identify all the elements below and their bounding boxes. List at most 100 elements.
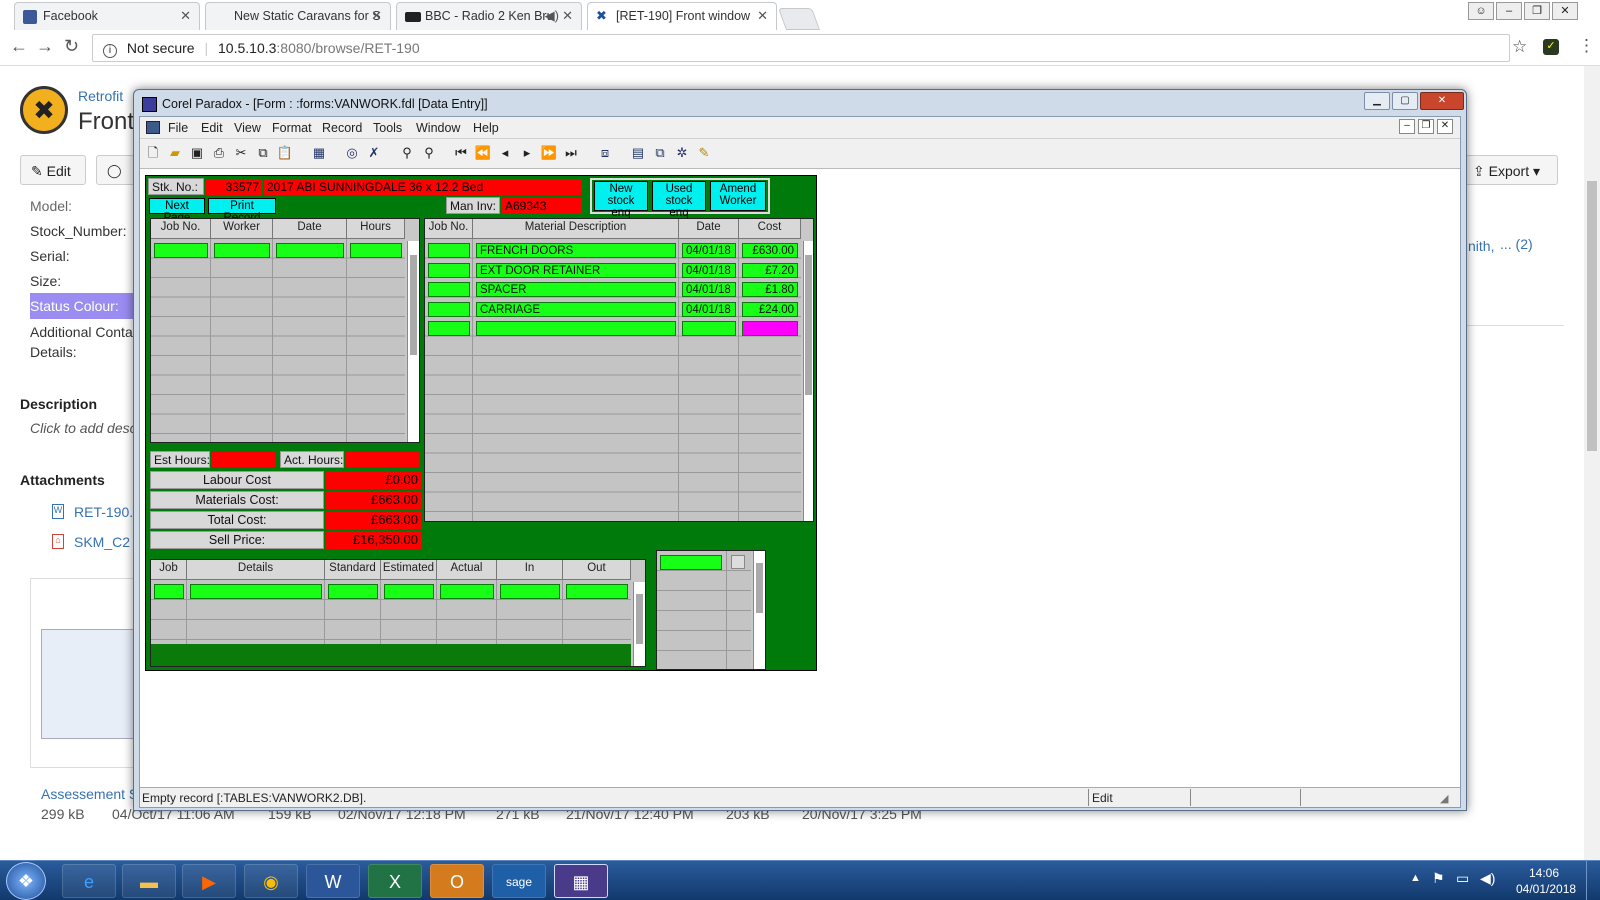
column-header[interactable]: Material Description xyxy=(473,219,679,239)
star-icon[interactable]: ☆ xyxy=(1512,37,1527,57)
column-header[interactable]: Job No. xyxy=(425,219,473,239)
show-hidden-icon[interactable]: ▲ xyxy=(1410,872,1421,884)
volume-icon[interactable]: ◀) xyxy=(1480,870,1495,887)
open-icon[interactable]: ▰ xyxy=(166,144,184,162)
view-data-icon[interactable]: ◎ xyxy=(343,144,361,162)
tab-ret-190[interactable]: ✖ [RET-190] Front window ✕ xyxy=(587,2,777,30)
job-estimated-input[interactable] xyxy=(384,584,434,599)
job-details-input[interactable] xyxy=(190,584,322,599)
minimize-icon[interactable]: ▁ xyxy=(1364,92,1390,110)
paradox-taskbar-icon[interactable]: ▦ xyxy=(554,864,608,898)
save-icon[interactable]: ▣ xyxy=(188,144,206,162)
design-icon[interactable]: ▦ xyxy=(310,144,328,162)
material-date-cell[interactable]: 04/01/18 xyxy=(682,302,736,317)
print-record-button[interactable]: Print Record xyxy=(208,198,276,224)
materials-scrollbar[interactable] xyxy=(803,241,813,521)
labour-date-input[interactable] xyxy=(276,243,344,258)
labour-hours-input[interactable] xyxy=(350,243,402,258)
man-inv-field[interactable]: A69343 xyxy=(502,198,582,214)
job-in-input[interactable] xyxy=(500,584,560,599)
column-header[interactable]: Details xyxy=(187,560,325,580)
material-job-cell[interactable] xyxy=(428,282,470,297)
side-input[interactable] xyxy=(660,555,722,570)
user-icon[interactable]: ☺ xyxy=(1468,2,1494,20)
network-icon[interactable]: ▭ xyxy=(1456,870,1469,887)
next-record-icon[interactable]: ▸ xyxy=(518,144,536,162)
participants-more[interactable]: ... (2) xyxy=(1500,236,1533,252)
paste-icon[interactable]: 📋 xyxy=(276,144,294,162)
explorer-icon[interactable]: ▬ xyxy=(122,864,176,898)
material-date-cell[interactable]: 04/01/18 xyxy=(682,282,736,297)
locate-icon[interactable]: ⚲ xyxy=(398,144,416,162)
attachment-thumbnail[interactable] xyxy=(30,578,135,768)
new-tab-button[interactable] xyxy=(777,8,821,30)
word-icon[interactable]: W xyxy=(306,864,360,898)
mdi-restore-icon[interactable]: ❐ xyxy=(1418,119,1434,134)
material-cost-cell[interactable]: £7.20 xyxy=(742,263,798,278)
tab-bbc[interactable]: BBC - Radio 2 Ken Bru ◀) ✕ xyxy=(396,2,582,30)
close-icon[interactable]: ✕ xyxy=(562,8,573,24)
clock-time[interactable]: 14:06 xyxy=(1529,866,1559,880)
job-actual-input[interactable] xyxy=(440,584,494,599)
material-job-cell[interactable] xyxy=(428,302,470,317)
project-link[interactable]: Retrofit xyxy=(78,88,123,104)
mdi-close-icon[interactable]: ✕ xyxy=(1437,119,1453,134)
sage-icon[interactable]: sage xyxy=(492,864,546,898)
media-player-icon[interactable]: ▶ xyxy=(182,864,236,898)
close-icon[interactable]: ✕ xyxy=(1552,2,1578,20)
resize-grip-icon[interactable]: ◢ xyxy=(1440,792,1448,805)
comment-button[interactable]: ◯ xyxy=(96,155,136,185)
column-header[interactable]: Worker xyxy=(211,219,273,239)
menu-tools[interactable]: Tools xyxy=(373,121,402,135)
job-out-input[interactable] xyxy=(566,584,628,599)
labour-job-input[interactable] xyxy=(154,243,208,258)
menu-window[interactable]: Window xyxy=(416,121,460,135)
mdi-minimize-icon[interactable]: – xyxy=(1399,119,1415,134)
speaker-icon[interactable]: ◀) xyxy=(545,8,559,24)
wand-icon[interactable]: ✎ xyxy=(695,144,713,162)
excel-icon[interactable]: X xyxy=(368,864,422,898)
act-hours-field[interactable] xyxy=(346,452,420,467)
attachment-link[interactable]: SKM_C2 xyxy=(74,534,130,550)
side-checkbox[interactable] xyxy=(731,555,745,569)
outlook-icon[interactable]: O xyxy=(430,864,484,898)
menu-help[interactable]: Help xyxy=(473,121,499,135)
query-icon[interactable]: ⧉ xyxy=(651,144,669,162)
material-cost-cell[interactable]: £630.00 xyxy=(742,243,798,258)
address-bar[interactable]: i Not secure | 10.5.10.3:8080/browse/RET… xyxy=(92,34,1510,62)
material-cost-cell[interactable]: £24.00 xyxy=(742,302,798,317)
jobs-scrollbar[interactable] xyxy=(633,582,645,666)
menu-view[interactable]: View xyxy=(234,121,261,135)
locate-next-icon[interactable]: ⚲ xyxy=(420,144,438,162)
menu-format[interactable]: Format xyxy=(272,121,312,135)
column-header[interactable]: Estimated xyxy=(381,560,437,580)
minimize-icon[interactable]: – xyxy=(1496,2,1522,20)
prev-set-icon[interactable]: ⏪ xyxy=(474,144,492,162)
next-page-button[interactable]: Next Page xyxy=(149,198,205,224)
chrome-icon[interactable]: ◉ xyxy=(244,864,298,898)
column-header[interactable]: Job No. xyxy=(151,219,211,239)
page-scrollbar[interactable] xyxy=(1584,66,1600,860)
next-set-icon[interactable]: ⏩ xyxy=(540,144,558,162)
new-stock-enq-button[interactable]: New stock enq xyxy=(594,181,648,219)
edit-data-icon[interactable]: ✗ xyxy=(365,144,383,162)
stk-no-field[interactable]: 33577 xyxy=(206,179,262,195)
paradox-app-icon[interactable] xyxy=(142,97,157,112)
expert-icon[interactable]: ✲ xyxy=(673,144,691,162)
attachment-link[interactable]: RET-190. xyxy=(74,504,133,520)
extension-icon[interactable]: ✓ xyxy=(1543,39,1559,55)
column-header[interactable]: Date xyxy=(273,219,347,239)
description-placeholder[interactable]: Click to add desc xyxy=(30,420,137,436)
material-cost-cell[interactable]: £1.80 xyxy=(742,282,798,297)
side-scrollbar[interactable] xyxy=(753,551,765,669)
column-header[interactable]: Date xyxy=(679,219,739,239)
material-date-cell[interactable]: 04/01/18 xyxy=(682,243,736,258)
column-header[interactable]: Standard xyxy=(325,560,381,580)
new-icon[interactable]: 🗋 xyxy=(144,144,162,162)
participants-link[interactable]: nith, xyxy=(1468,238,1494,254)
van-description-field[interactable]: 2017 ABI SUNNINGDALE 36 x 12.2 Bed xyxy=(264,179,582,195)
material-date-cell[interactable]: 04/01/18 xyxy=(682,263,736,278)
maximize-icon[interactable]: ▢ xyxy=(1392,92,1418,110)
start-button[interactable]: ❖ xyxy=(6,862,46,900)
menu-file[interactable]: File xyxy=(168,121,188,135)
